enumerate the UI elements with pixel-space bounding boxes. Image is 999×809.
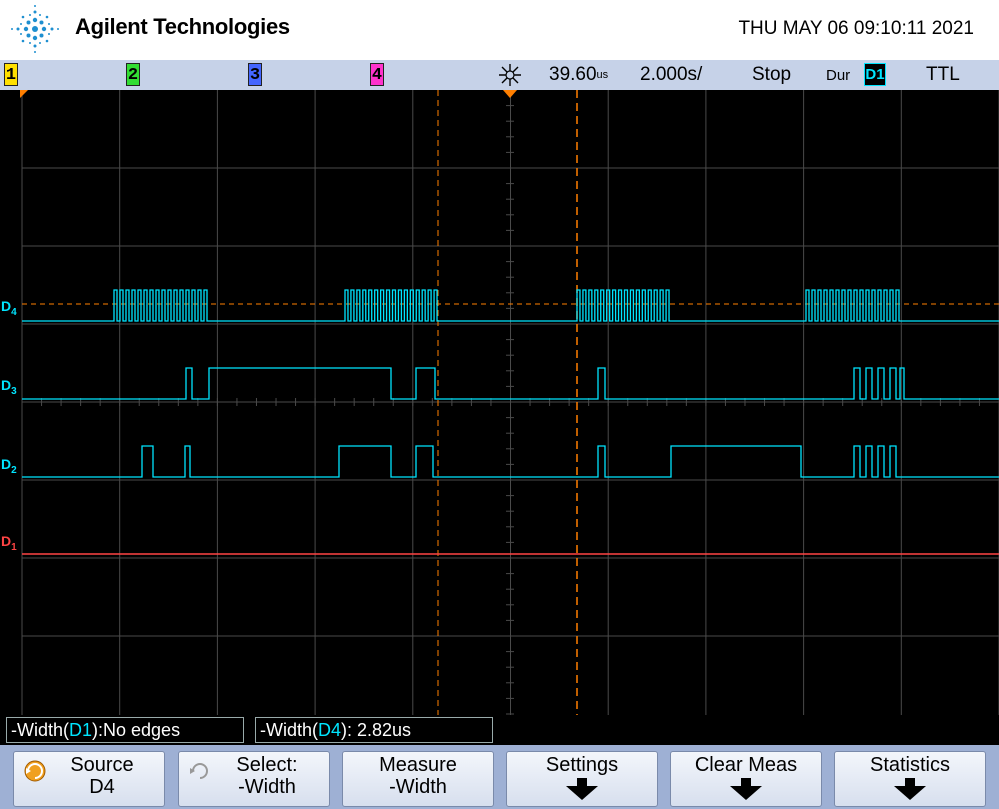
measure-softkey[interactable]: Measure -Width (342, 751, 494, 807)
meas-prefix: -Width( (11, 720, 69, 740)
timebase-unit: s/ (687, 64, 703, 85)
screen-markers (20, 90, 517, 98)
run-state[interactable]: Stop (752, 64, 791, 86)
lane-label-d1: D1 (1, 533, 17, 553)
meas-prefix: -Width( (260, 720, 318, 740)
arrow-down-icon (566, 778, 598, 800)
trigger-position-marker (20, 90, 28, 98)
datetime: THU MAY 06 09:10:11 2021 (738, 18, 974, 39)
arrow-down-icon (730, 778, 762, 800)
softkey-label: Measure (379, 754, 457, 776)
trigger-source-badge[interactable]: D1 (864, 63, 886, 86)
lane-label-d4: D4 (1, 298, 17, 318)
lane-label-d2: D2 (1, 456, 17, 476)
lane-label-d3: D3 (1, 377, 17, 397)
header: Agilent Technologies THU MAY 06 09:10:11… (0, 0, 999, 60)
softkey-label: Statistics (869, 754, 951, 776)
trigger-mode[interactable]: Dur (826, 67, 850, 84)
statistics-softkey[interactable]: Statistics (834, 751, 986, 807)
meas-result: ):No edges (92, 720, 181, 740)
channel-4-indicator[interactable]: 4 (370, 63, 384, 86)
delay-value: 39.60 (549, 64, 597, 85)
meas-result: ): 2.82us (341, 720, 412, 740)
channel-3-indicator[interactable]: 3 (248, 63, 262, 86)
select-softkey[interactable]: Select: -Width (178, 751, 330, 807)
meas-channel: D4 (318, 720, 342, 740)
source-softkey[interactable]: Source D4 (13, 751, 165, 807)
meas-channel: D1 (69, 720, 93, 740)
settings-softkey[interactable]: Settings (506, 751, 658, 807)
time-reference-marker (503, 90, 517, 98)
trigger-level[interactable]: TTL (926, 64, 960, 86)
softkey-value: -Width (389, 776, 447, 798)
clear-meas-softkey[interactable]: Clear Meas (670, 751, 822, 807)
timebase-value: 2.000 (640, 64, 688, 85)
arrow-down-icon (894, 778, 926, 800)
delay-readout[interactable]: 39.60us (549, 64, 608, 86)
rotate-knob-icon (190, 763, 208, 779)
graticule-grid (21, 90, 999, 715)
measurement-readout-d1: -Width(D1):No edges (6, 717, 244, 743)
brand-name: Agilent Technologies (75, 14, 290, 39)
waveform-display[interactable] (0, 90, 999, 715)
measurement-readout-d4: -Width(D4): 2.82us (255, 717, 493, 743)
channel-1-indicator[interactable]: 1 (4, 63, 18, 86)
channel-2-indicator[interactable]: 2 (126, 63, 140, 86)
rotate-knob-icon (24, 760, 46, 782)
softkey-label: Settings (545, 754, 619, 776)
softkey-label: Clear Meas (694, 754, 798, 776)
delay-unit: us (596, 69, 609, 81)
agilent-spark-logo-icon (11, 5, 59, 53)
timebase-readout[interactable]: 2.000s/ (640, 64, 702, 86)
trigger-point-icon (499, 64, 521, 86)
